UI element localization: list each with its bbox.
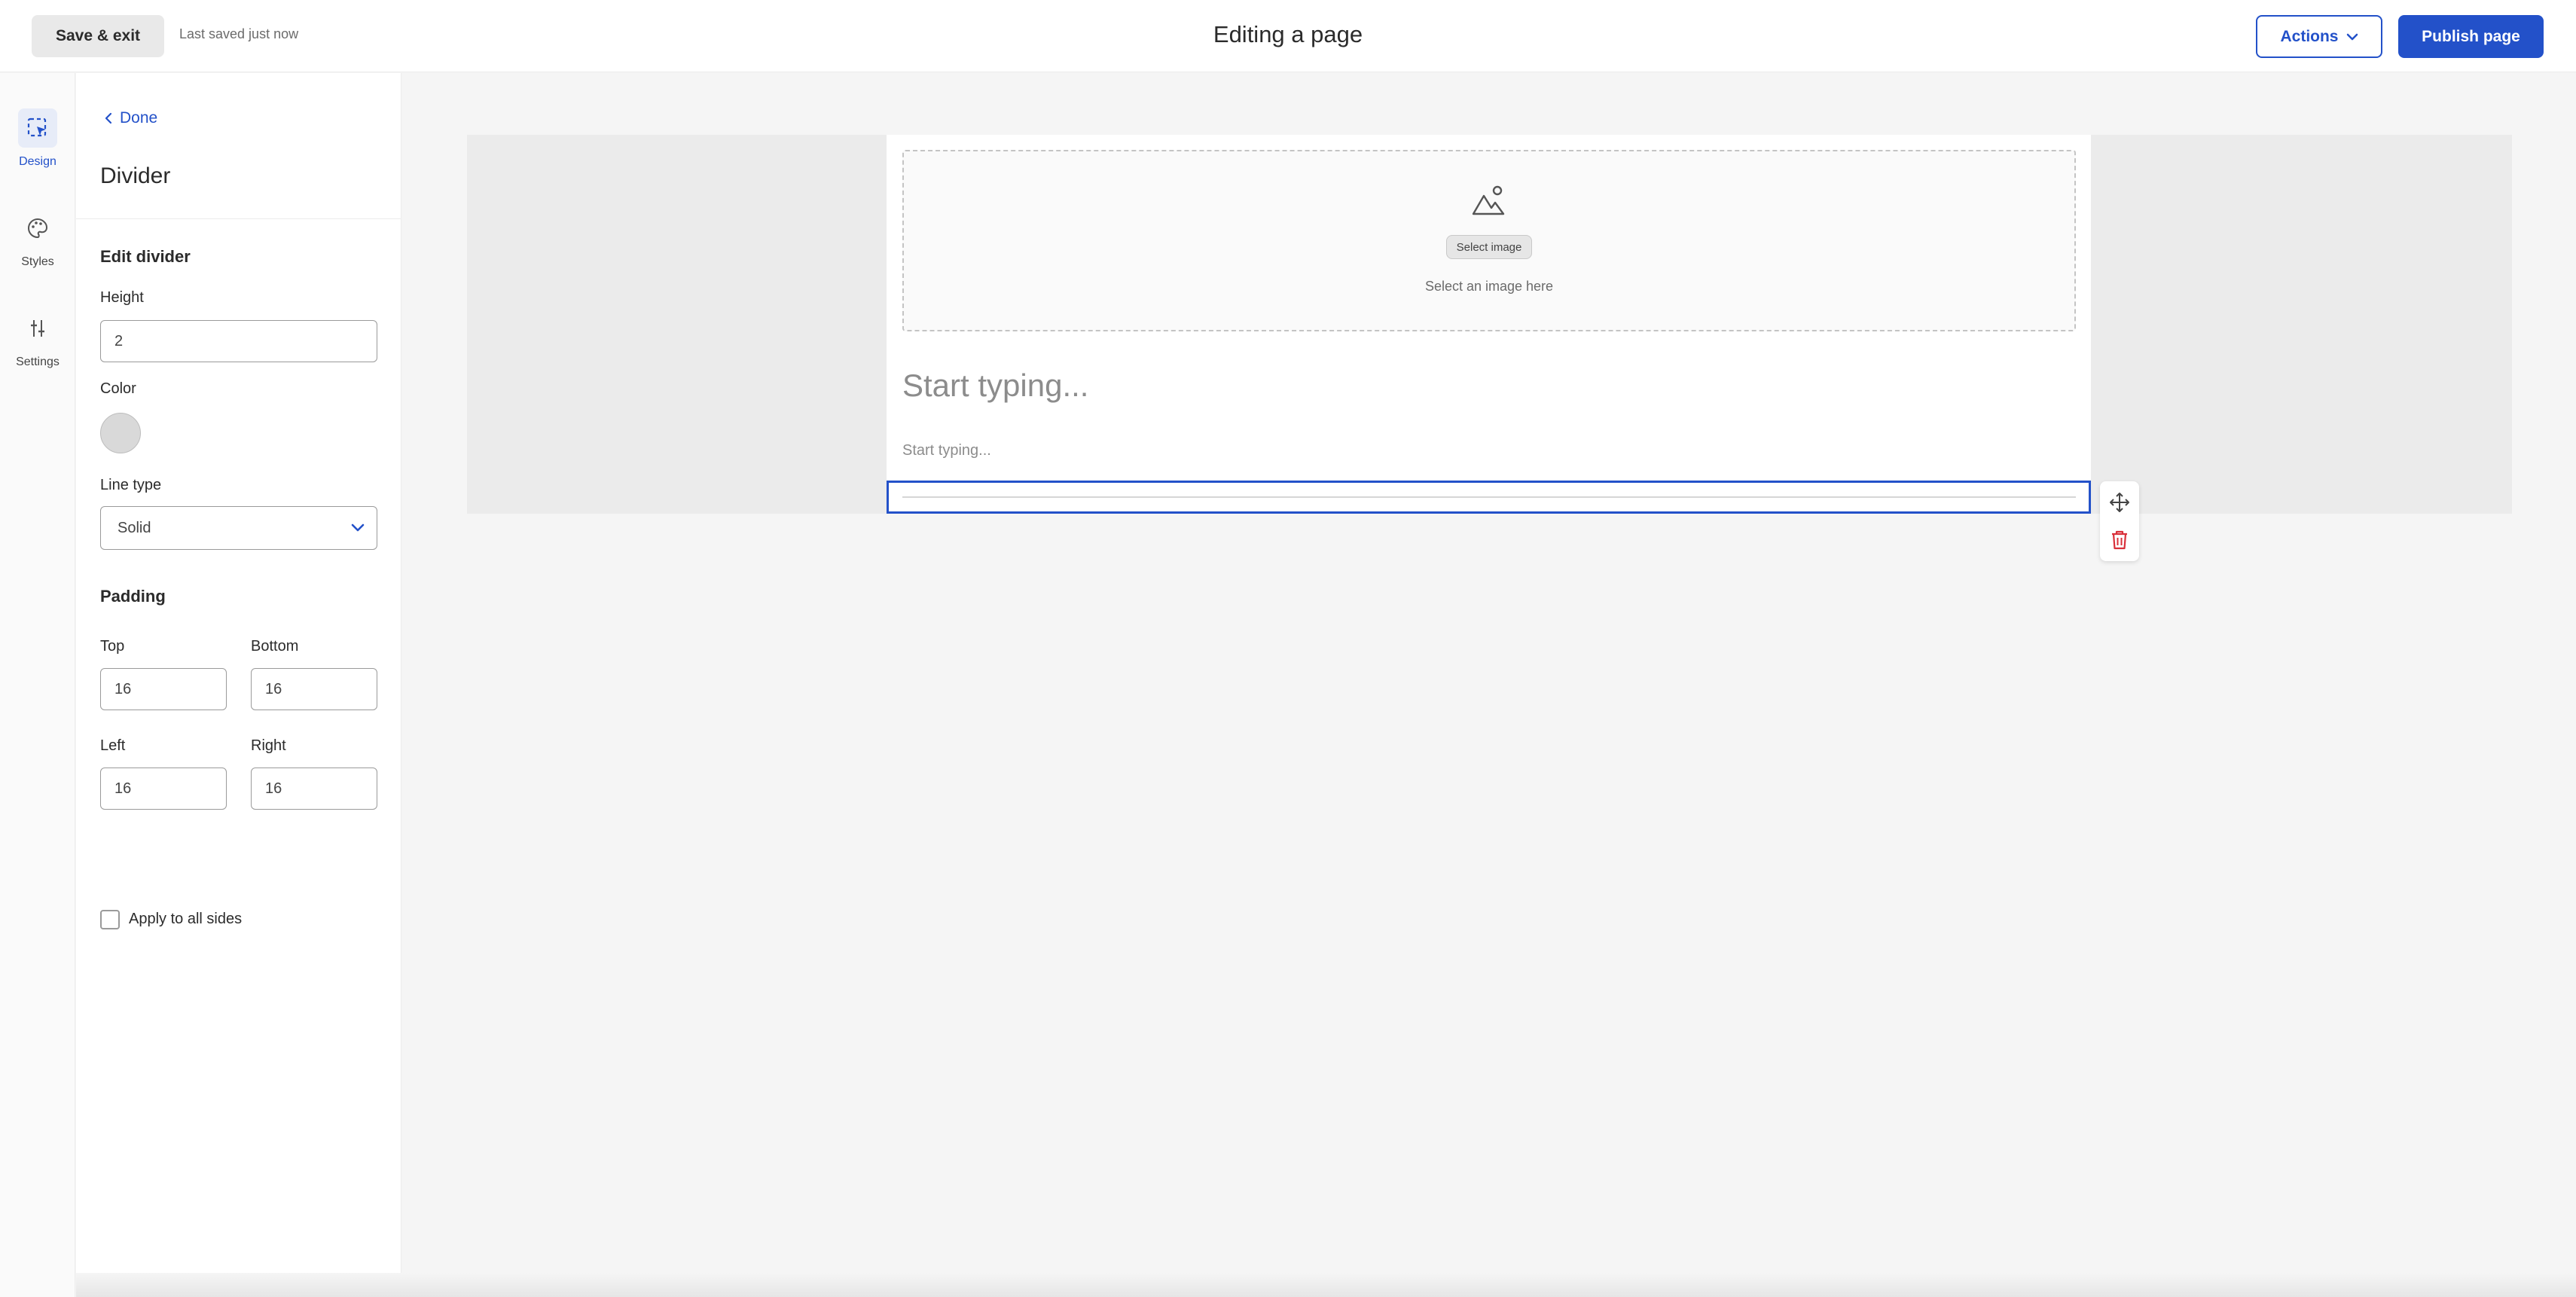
rail-item-design[interactable]: Design — [0, 108, 75, 169]
padding-left-label: Left — [100, 737, 126, 754]
chevron-down-icon — [2346, 33, 2358, 40]
panel-divider — [76, 218, 401, 219]
block-toolbar — [2100, 481, 2139, 561]
padding-left-input[interactable] — [100, 768, 227, 810]
left-rail: Design Styles Settings — [0, 73, 75, 1297]
rail-item-settings[interactable]: Settings — [0, 309, 75, 369]
padding-right-input[interactable] — [251, 768, 377, 810]
height-input[interactable] — [100, 320, 377, 362]
heading-text-block[interactable]: Start typing... — [902, 368, 1088, 404]
actions-label: Actions — [2280, 27, 2339, 45]
apply-all-sides-label: Apply to all sides — [129, 911, 243, 927]
padding-bottom-label: Bottom — [251, 638, 299, 655]
select-image-hint: Select an image here — [1424, 279, 1554, 294]
paragraph-text-block[interactable]: Start typing... — [902, 442, 991, 459]
padding-right-label: Right — [251, 737, 286, 754]
line-type-value: Solid — [118, 519, 151, 536]
image-placeholder-icon — [1472, 185, 1505, 215]
padding-bottom-input[interactable] — [251, 668, 377, 710]
select-image-button[interactable]: Select image — [1446, 235, 1532, 259]
bottom-edge-shadow — [76, 1273, 2576, 1297]
chevron-left-icon — [105, 112, 112, 124]
edit-divider-heading: Edit divider — [100, 247, 191, 266]
done-link[interactable]: Done — [105, 109, 157, 127]
padding-heading: Padding — [100, 587, 166, 606]
color-label: Color — [100, 380, 136, 397]
rail-label-design: Design — [19, 155, 56, 168]
publish-page-button[interactable]: Publish page — [2398, 15, 2544, 58]
done-label: Done — [120, 109, 158, 127]
padding-top-input[interactable] — [100, 668, 227, 710]
panel-title: Divider — [100, 163, 171, 188]
sliders-icon — [18, 309, 57, 348]
rail-label-styles: Styles — [21, 255, 54, 268]
padding-top-label: Top — [100, 638, 125, 655]
divider-settings-panel: Done Divider Edit divider Height Color L… — [76, 73, 401, 1297]
rail-item-styles[interactable]: Styles — [0, 209, 75, 269]
chevron-down-icon — [351, 523, 365, 532]
move-icon — [2110, 493, 2129, 512]
divider-line — [902, 496, 2076, 498]
palette-icon — [18, 209, 57, 248]
height-label: Height — [100, 289, 144, 306]
line-type-label: Line type — [100, 477, 162, 493]
design-cursor-icon — [18, 108, 57, 148]
apply-all-sides-checkbox[interactable] — [100, 910, 120, 929]
page-title: Editing a page — [1213, 21, 1363, 47]
color-swatch[interactable] — [100, 413, 141, 453]
line-type-select[interactable]: Solid — [100, 506, 377, 550]
move-block-button[interactable] — [2100, 484, 2139, 520]
rail-label-settings: Settings — [16, 356, 60, 368]
trash-icon — [2112, 530, 2127, 550]
top-bar: Save & exit Last saved just now Editing … — [0, 0, 2576, 72]
delete-block-button[interactable] — [2100, 522, 2139, 558]
actions-button[interactable]: Actions — [2256, 15, 2382, 58]
